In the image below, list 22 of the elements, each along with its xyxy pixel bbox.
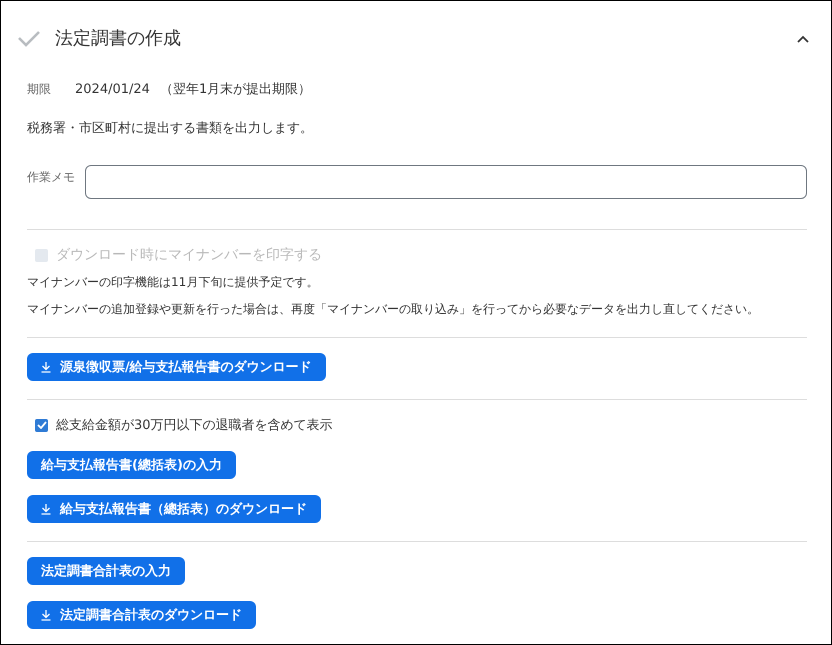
note-text: マイナンバーの追加登録や更新を行った場合は、再度「マイナンバーの取り込み」を行ってから必要なデータを出力し直してください。: [27, 301, 759, 318]
deadline-date: 2024/01/24: [75, 82, 150, 96]
checkbox-label: 総支給金額が30万円以下の退職者を含めて表示: [56, 417, 333, 434]
caret-icon[interactable]: [797, 35, 809, 43]
input-button[interactable]: 法定調書合計表の入力: [27, 557, 185, 585]
description-text: 税務署・市区町村に提出する書類を出力します。: [27, 120, 314, 138]
deadline-label: 期限: [27, 80, 51, 98]
input-button[interactable]: 給与支払報告書(總括表)の入力: [27, 451, 236, 479]
memo-field[interactable]: [85, 165, 807, 199]
memo-label: 作業メモ: [27, 169, 76, 186]
note-text: マイナンバーの印字機能は11月下旬に提供予定です。: [27, 274, 318, 291]
checkbox-label: ダウンロード時にマイナンバーを印字する: [56, 246, 322, 264]
download-icon: [41, 609, 51, 621]
deadline-note: （翌年1月末が提出期限）: [160, 81, 312, 98]
download-button[interactable]: 源泉徴収票/給与支払報告書のダウンロード: [27, 353, 326, 381]
download-icon: [41, 503, 51, 515]
checkbox[interactable]: [35, 418, 48, 432]
download-icon: [41, 361, 51, 373]
section-title: 法定調書の作成: [55, 27, 182, 50]
download-button[interactable]: 法定調書合計表のダウンロード: [27, 601, 256, 629]
download-button[interactable]: 給与支払報告書（總括表）のダウンロード: [27, 495, 321, 523]
check-icon: [17, 29, 41, 47]
